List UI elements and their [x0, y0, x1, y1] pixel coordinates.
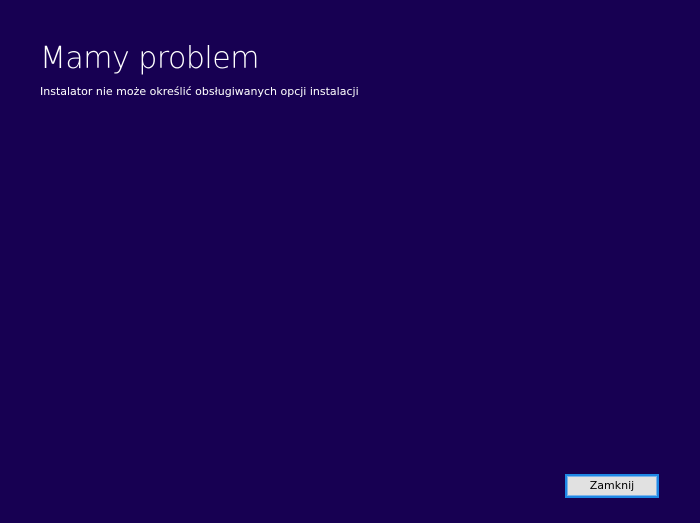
error-message: Instalator nie może określić obsługiwany…: [40, 85, 359, 98]
close-button[interactable]: Zamknij: [565, 474, 659, 498]
setup-error-screen: Mamy problem Instalator nie może określi…: [0, 0, 700, 523]
error-title: Mamy problem: [40, 41, 259, 76]
